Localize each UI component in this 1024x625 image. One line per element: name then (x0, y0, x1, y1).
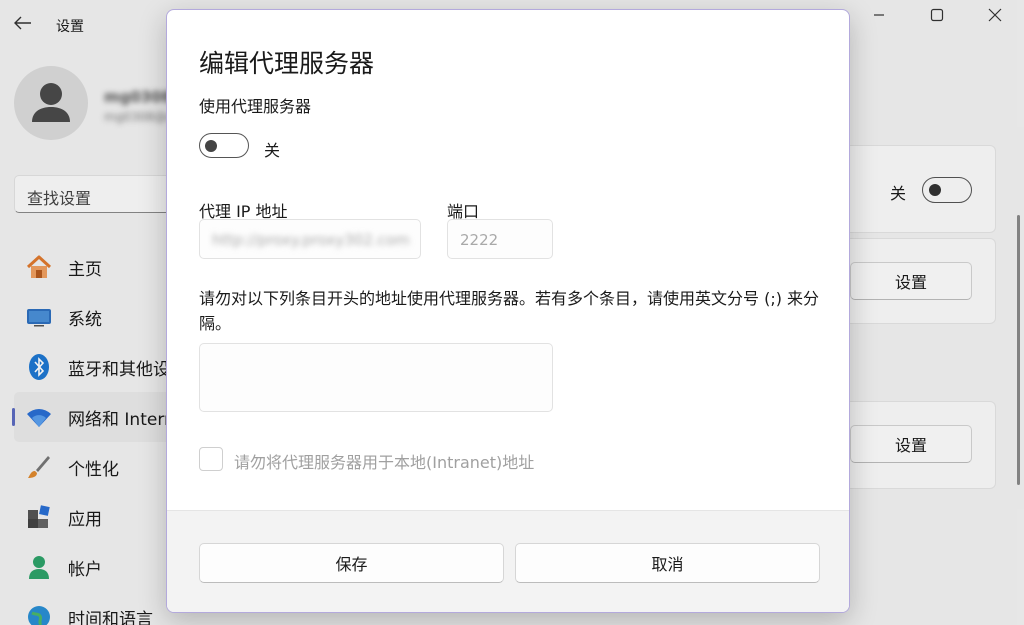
toggle-knob (205, 139, 217, 152)
exceptions-description: 请勿对以下列条目开头的地址使用代理服务器。若有多个条目，请使用英文分号 (;) … (199, 289, 820, 333)
toggle-state-label: 关 (264, 141, 281, 160)
use-proxy-label: 使用代理服务器 (199, 97, 312, 116)
local-bypass-label: 请勿将代理服务器用于本地(Intranet)地址 (234, 453, 535, 472)
proxy-ip-value: http://proxy.proxy302.com (212, 231, 410, 249)
save-button[interactable]: 保存 (199, 543, 504, 583)
port-placeholder: 2222 (460, 231, 499, 249)
dialog-title: 编辑代理服务器 (199, 49, 375, 78)
dialog-footer: 保存 取消 (167, 510, 849, 612)
settings-window: 设置 mg0308 mg0308@outlook.com 查找设置 (0, 0, 1024, 625)
port-input[interactable]: 2222 (447, 219, 553, 259)
edit-proxy-dialog: 编辑代理服务器 使用代理服务器 关 代理 IP 地址 http://proxy.… (166, 9, 850, 613)
use-proxy-toggle[interactable] (199, 133, 249, 158)
cancel-button[interactable]: 取消 (515, 543, 820, 583)
proxy-ip-input[interactable]: http://proxy.proxy302.com (199, 219, 421, 259)
local-bypass-checkbox[interactable] (199, 447, 223, 471)
exceptions-textarea[interactable] (199, 343, 553, 412)
